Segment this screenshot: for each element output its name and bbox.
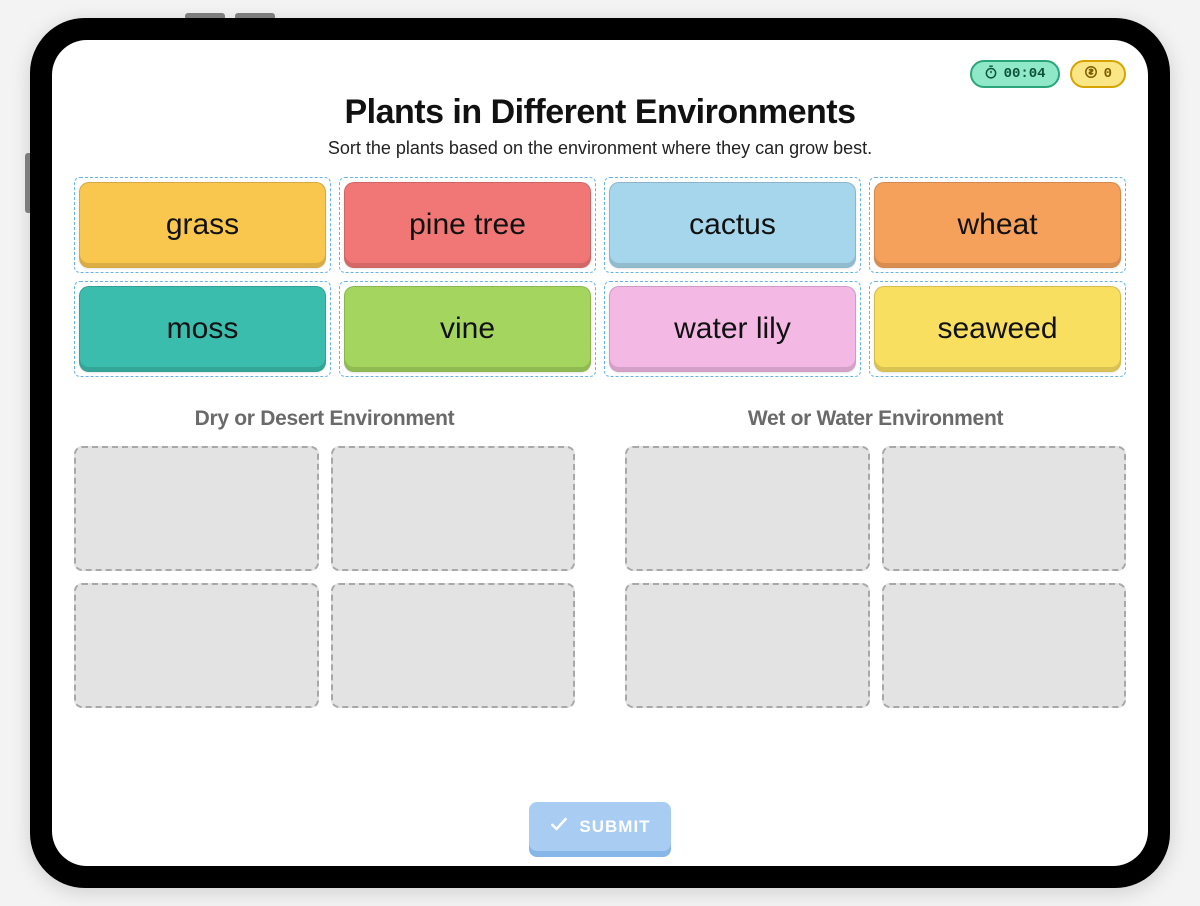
plant-label: moss [167, 312, 239, 346]
plant-source-cell: wheat [869, 177, 1126, 273]
plant-label: wheat [957, 208, 1037, 242]
plant-source-cell: moss [74, 281, 331, 377]
plant-card[interactable]: seaweed [874, 286, 1121, 372]
timer-pill: 00:04 [970, 60, 1060, 88]
drop-group-title: Dry or Desert Environment [74, 407, 575, 431]
stopwatch-icon [984, 65, 998, 84]
plant-source-cell: cactus [604, 177, 861, 273]
drop-group: Dry or Desert Environment [74, 407, 575, 787]
drop-slot[interactable] [331, 583, 576, 708]
page-subtitle: Sort the plants based on the environment… [74, 138, 1126, 159]
plant-card[interactable]: wheat [874, 182, 1121, 268]
timer-value: 00:04 [1004, 66, 1046, 82]
device-volume-down [235, 13, 275, 18]
drop-area: Dry or Desert Environment Wet or Water En… [74, 407, 1126, 787]
drop-group: Wet or Water Environment [625, 407, 1126, 787]
plant-source-grid: grass pine tree cactus wheat moss vine water l… [74, 177, 1126, 377]
coins-pill: 0 [1070, 60, 1126, 88]
drop-group-title: Wet or Water Environment [625, 407, 1126, 431]
plant-label: grass [166, 208, 239, 242]
plant-label: seaweed [937, 312, 1057, 346]
plant-source-cell: pine tree [339, 177, 596, 273]
plant-card[interactable]: moss [79, 286, 326, 372]
footer: SUBMIT [74, 802, 1126, 851]
device-power-button [25, 153, 30, 213]
plant-card[interactable]: pine tree [344, 182, 591, 268]
screen: 00:04 0 Plants in Different Environments… [52, 40, 1148, 866]
drop-slot[interactable] [331, 446, 576, 571]
submit-label: SUBMIT [579, 817, 650, 837]
drop-grid [625, 446, 1126, 708]
plant-source-cell: grass [74, 177, 331, 273]
coins-value: 0 [1104, 66, 1112, 82]
plant-source-cell: seaweed [869, 281, 1126, 377]
plant-card[interactable]: water lily [609, 286, 856, 372]
plant-card[interactable]: cactus [609, 182, 856, 268]
drop-slot[interactable] [882, 583, 1127, 708]
tablet-frame: 00:04 0 Plants in Different Environments… [30, 18, 1170, 888]
check-icon [549, 814, 569, 839]
top-bar: 00:04 0 [74, 60, 1126, 88]
drop-slot[interactable] [74, 583, 319, 708]
drop-slot[interactable] [625, 446, 870, 571]
plant-label: pine tree [409, 208, 526, 242]
submit-button[interactable]: SUBMIT [529, 802, 670, 851]
plant-source-cell: vine [339, 281, 596, 377]
page-title: Plants in Different Environments [74, 93, 1126, 132]
plant-source-cell: water lily [604, 281, 861, 377]
drop-slot[interactable] [882, 446, 1127, 571]
device-volume-up [185, 13, 225, 18]
coin-icon [1084, 65, 1098, 84]
plant-label: water lily [674, 312, 791, 346]
drop-grid [74, 446, 575, 708]
plant-label: vine [440, 312, 495, 346]
drop-slot[interactable] [74, 446, 319, 571]
plant-card[interactable]: vine [344, 286, 591, 372]
plant-label: cactus [689, 208, 776, 242]
header: Plants in Different Environments Sort th… [74, 93, 1126, 159]
plant-card[interactable]: grass [79, 182, 326, 268]
drop-slot[interactable] [625, 583, 870, 708]
